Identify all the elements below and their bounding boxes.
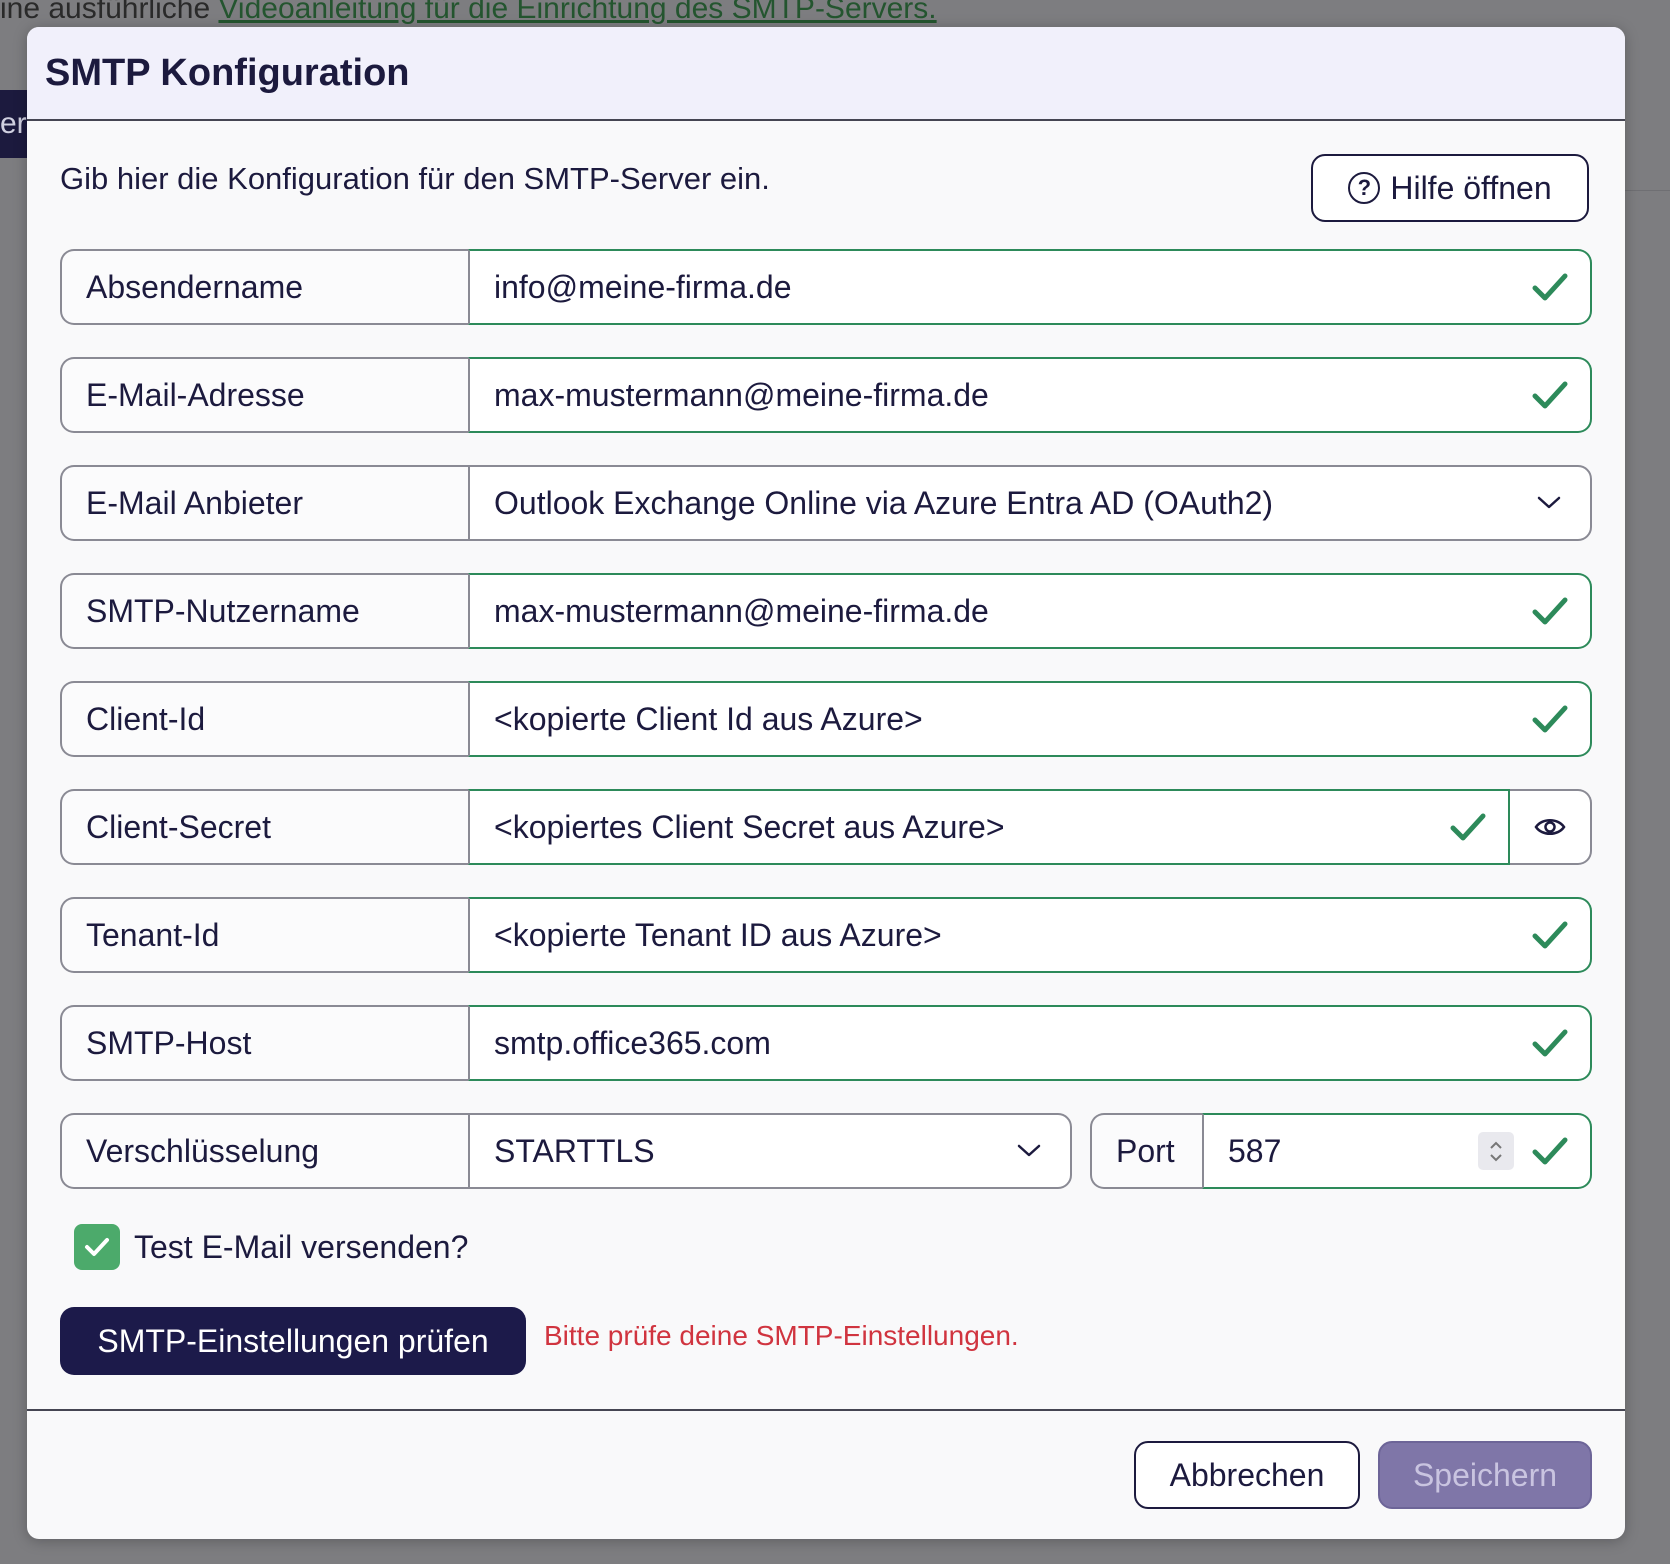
smtp-host-label: SMTP-Host (60, 1005, 468, 1081)
valid-check-icon (1532, 1029, 1568, 1057)
email-provider-select[interactable]: Outlook Exchange Online via Azure Entra … (468, 465, 1592, 541)
show-secret-button[interactable] (1510, 789, 1592, 865)
email-address-label: E-Mail-Adresse (60, 357, 468, 433)
email-address-value: max-mustermann@meine-firma.de (494, 376, 989, 413)
eye-icon (1534, 819, 1566, 835)
encryption-port-row: Verschlüsselung STARTTLS Port 587 (60, 1113, 1592, 1189)
background-text: ine ausführliche (0, 0, 219, 25)
valid-check-icon (1532, 705, 1568, 733)
valid-check-icon (1532, 1137, 1568, 1165)
chevron-down-icon (1537, 496, 1561, 509)
field-email-provider: E-Mail Anbieter Outlook Exchange Online … (60, 465, 1592, 541)
dialog-header: SMTP Konfiguration (27, 27, 1625, 121)
question-circle-icon: ? (1348, 172, 1381, 204)
cancel-button[interactable]: Abbrechen (1134, 1441, 1360, 1509)
email-address-input[interactable]: max-mustermann@meine-firma.de (468, 357, 1592, 433)
valid-check-icon (1532, 597, 1568, 625)
valid-check-icon (1532, 921, 1568, 949)
field-tenant-id: Tenant-Id <kopierte Tenant ID aus Azure> (60, 897, 1592, 973)
error-message: Bitte prüfe deine SMTP-Einstellungen. (544, 1320, 1019, 1351)
client-id-label: Client-Id (60, 681, 468, 757)
client-secret-label: Client-Secret (60, 789, 468, 865)
tenant-id-label: Tenant-Id (60, 897, 468, 973)
client-secret-input[interactable]: <kopiertes Client Secret aus Azure> (468, 789, 1510, 865)
client-id-input[interactable]: <kopierte Client Id aus Azure> (468, 681, 1592, 757)
background-tab: er (0, 90, 28, 158)
valid-check-icon (1450, 813, 1486, 841)
field-client-id: Client-Id <kopierte Client Id aus Azure> (60, 681, 1592, 757)
field-sender-name: Absendername info@meine-firma.de (60, 249, 1592, 325)
sender-name-value: info@meine-firma.de (494, 268, 792, 305)
smtp-username-value: max-mustermann@meine-firma.de (494, 592, 989, 629)
port-value: 587 (1228, 1132, 1282, 1169)
video-guide-link: Videoanleitung für die Einrichtung des S… (218, 0, 937, 25)
test-email-checkbox[interactable] (74, 1224, 120, 1270)
test-email-option: Test E-Mail versenden? (74, 1219, 1592, 1275)
encryption-select[interactable]: STARTTLS (468, 1113, 1072, 1189)
smtp-host-value: smtp.office365.com (494, 1024, 771, 1061)
intro-text: Gib hier die Konfiguration für den SMTP-… (60, 161, 770, 196)
chevron-up-icon (1490, 1141, 1502, 1149)
smtp-username-label: SMTP-Nutzername (60, 573, 468, 649)
port-input[interactable]: 587 (1202, 1113, 1592, 1189)
port-stepper[interactable] (1478, 1132, 1514, 1170)
dialog-footer: Abbrechen Speichern (27, 1409, 1625, 1539)
field-port: Port 587 (1090, 1113, 1592, 1189)
checkmark-icon (85, 1238, 109, 1256)
background-instruction: ine ausführliche Videoanleitung für die … (0, 0, 937, 26)
field-email-address: E-Mail-Adresse max-mustermann@meine-firm… (60, 357, 1592, 433)
field-client-secret: Client-Secret <kopiertes Client Secret a… (60, 789, 1592, 865)
valid-check-icon (1532, 381, 1568, 409)
open-help-label: Hilfe öffnen (1390, 169, 1552, 206)
encryption-value: STARTTLS (494, 1132, 655, 1169)
sender-name-input[interactable]: info@meine-firma.de (468, 249, 1592, 325)
tenant-id-value: <kopierte Tenant ID aus Azure> (494, 916, 942, 953)
chevron-down-icon (1017, 1144, 1041, 1157)
smtp-username-input[interactable]: max-mustermann@meine-firma.de (468, 573, 1592, 649)
dialog-title: SMTP Konfiguration (45, 51, 410, 94)
test-email-label: Test E-Mail versenden? (134, 1228, 469, 1265)
field-encryption: Verschlüsselung STARTTLS (60, 1113, 1072, 1189)
intro-row: Gib hier die Konfiguration für den SMTP-… (60, 121, 1592, 249)
dialog-body: Gib hier die Konfiguration für den SMTP-… (27, 121, 1625, 1375)
tenant-id-input[interactable]: <kopierte Tenant ID aus Azure> (468, 897, 1592, 973)
open-help-button[interactable]: ? Hilfe öffnen (1311, 154, 1589, 222)
port-label: Port (1090, 1113, 1202, 1189)
chevron-down-icon (1490, 1153, 1502, 1161)
smtp-config-dialog: SMTP Konfiguration Gib hier die Konfigur… (27, 27, 1625, 1539)
smtp-test-row: SMTP-Einstellungen prüfen Bitte prüfe de… (60, 1307, 1592, 1375)
client-secret-value: <kopiertes Client Secret aus Azure> (494, 808, 1005, 845)
sender-name-label: Absendername (60, 249, 468, 325)
email-provider-value: Outlook Exchange Online via Azure Entra … (494, 484, 1274, 521)
save-button[interactable]: Speichern (1378, 1441, 1592, 1509)
smtp-host-input[interactable]: smtp.office365.com (468, 1005, 1592, 1081)
check-smtp-settings-button[interactable]: SMTP-Einstellungen prüfen (60, 1307, 526, 1375)
client-id-value: <kopierte Client Id aus Azure> (494, 700, 923, 737)
email-provider-label: E-Mail Anbieter (60, 465, 468, 541)
valid-check-icon (1532, 273, 1568, 301)
encryption-label: Verschlüsselung (60, 1113, 468, 1189)
field-smtp-username: SMTP-Nutzername max-mustermann@meine-fir… (60, 573, 1592, 649)
config-fields: Absendername info@meine-firma.de E-Mail-… (60, 249, 1592, 1189)
field-smtp-host: SMTP-Host smtp.office365.com (60, 1005, 1592, 1081)
